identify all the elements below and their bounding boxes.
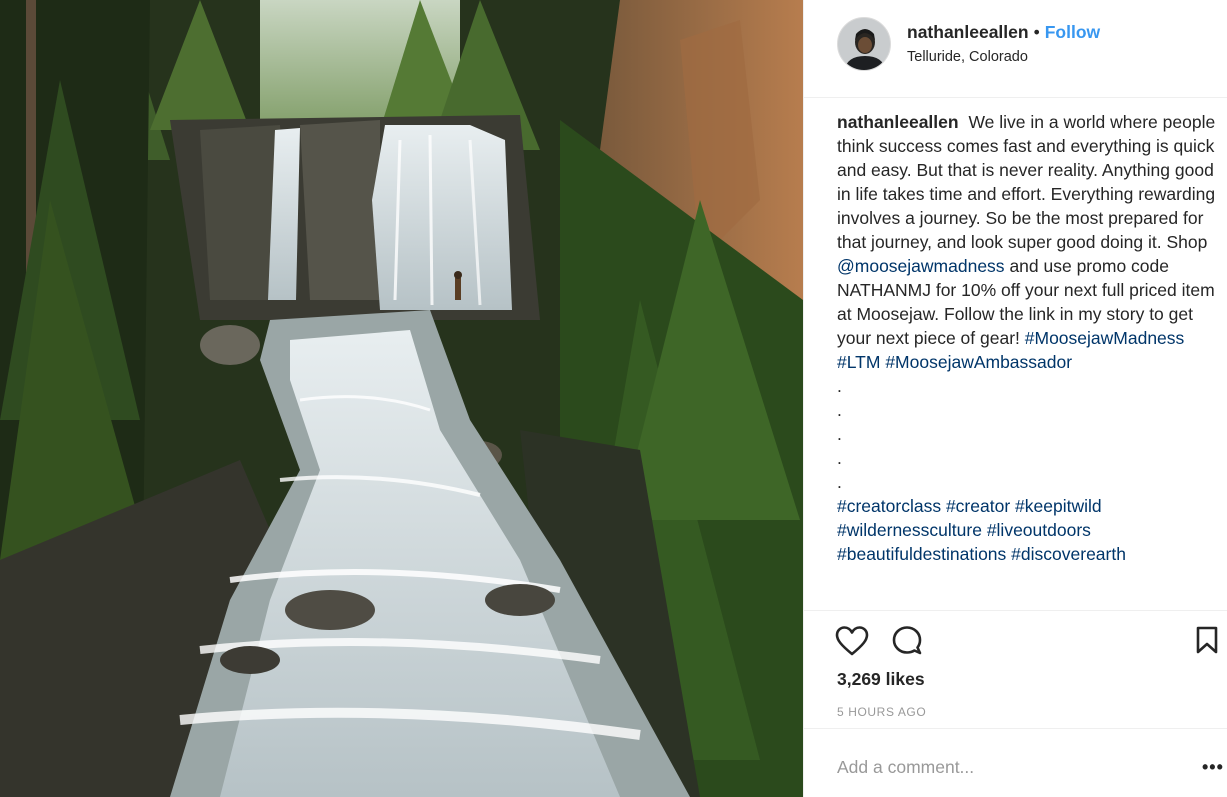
dot-line: . <box>837 448 842 468</box>
caption-text-1: We live in a world where people think su… <box>837 112 1216 252</box>
post-photo[interactable] <box>0 0 803 797</box>
comment-form: ••• <box>804 728 1227 797</box>
location-link[interactable]: Telluride, Colorado <box>907 49 1028 65</box>
comment-icon <box>892 626 922 655</box>
separator-dot: • <box>1033 22 1040 42</box>
comment-button[interactable] <box>890 625 924 657</box>
post-sidebar: nathanleeallen • Follow Telluride, Colorad… <box>803 0 1227 797</box>
header-username[interactable]: nathanleeallen <box>907 22 1029 42</box>
like-button[interactable] <box>835 625 869 657</box>
caption-username[interactable]: nathanleeallen <box>837 112 959 132</box>
hashtag-link[interactable]: #LTM <box>837 352 880 372</box>
mention-link[interactable]: @moosejawmadness <box>837 256 1005 276</box>
hashtag-link[interactable]: #creatorclass <box>837 496 941 516</box>
hashtag-link[interactable]: #beautifuldestinations <box>837 544 1006 564</box>
bookmark-icon <box>1196 626 1218 654</box>
more-options-button[interactable]: ••• <box>1202 757 1224 778</box>
comment-input[interactable] <box>837 754 1157 780</box>
follow-button[interactable]: Follow <box>1045 22 1100 42</box>
header-user-row: nathanleeallen • Follow <box>907 22 1100 43</box>
post-timestamp[interactable]: 5 HOURS AGO <box>837 705 926 719</box>
dot-line: . <box>837 472 842 492</box>
hashtag-link[interactable]: #creator <box>946 496 1010 516</box>
waterfall-photo <box>0 0 803 797</box>
avatar-image <box>838 18 890 70</box>
caption: nathanleeallen We live in a world where … <box>837 110 1217 610</box>
post-actions: 3,269 likes 5 HOURS AGO ••• <box>804 610 1227 797</box>
hashtag-link[interactable]: #keepitwild <box>1015 496 1102 516</box>
hashtag-link[interactable]: #MoosejawAmbassador <box>885 352 1072 372</box>
caption-dots: . . . . . <box>837 374 1217 494</box>
dot-line: . <box>837 376 842 396</box>
hashtag-link[interactable]: #liveoutdoors <box>987 520 1091 540</box>
hashtag-block: #creatorclass #creator #keepitwild #wild… <box>837 494 1217 566</box>
heart-icon <box>835 626 869 656</box>
avatar[interactable] <box>837 17 891 71</box>
dot-line: . <box>837 424 842 444</box>
hashtag-link[interactable]: #wildernessculture <box>837 520 982 540</box>
hashtag-link[interactable]: #discoverearth <box>1011 544 1126 564</box>
like-count[interactable]: 3,269 likes <box>837 669 925 690</box>
post-header: nathanleeallen • Follow Telluride, Colorad… <box>804 0 1227 98</box>
save-button[interactable] <box>1194 625 1220 655</box>
hashtag-link[interactable]: #MoosejawMadness <box>1025 328 1185 348</box>
dot-line: . <box>837 400 842 420</box>
